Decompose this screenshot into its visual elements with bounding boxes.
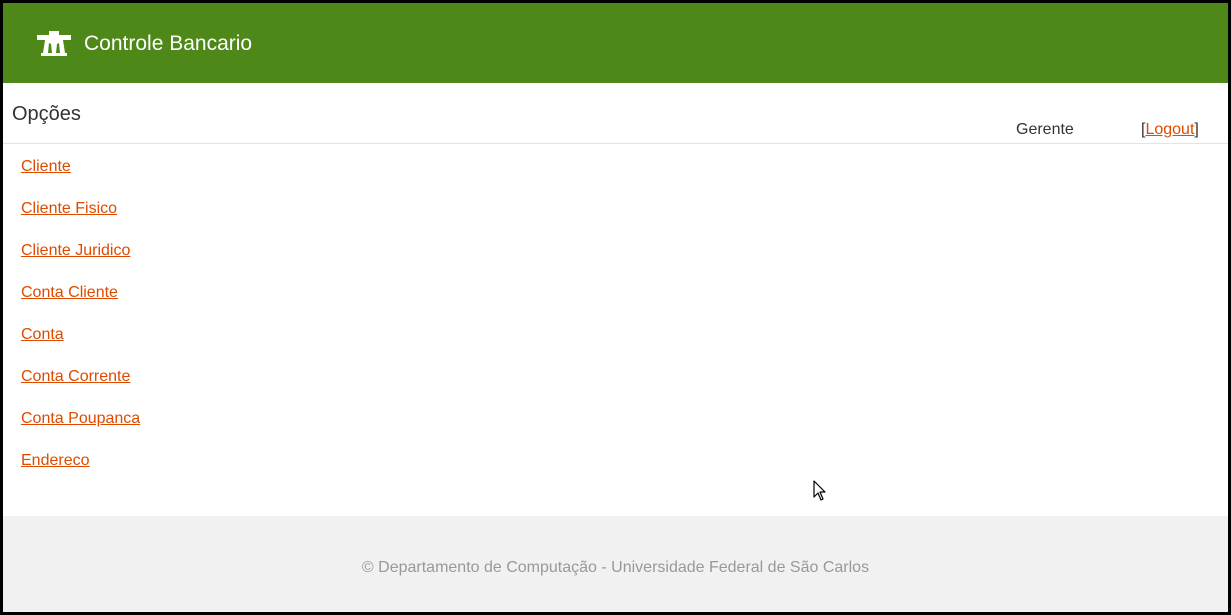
- menu-item-conta-corrente: Conta Corrente: [21, 368, 140, 410]
- menu-link-cliente-fisico[interactable]: Cliente Fisico: [21, 200, 117, 217]
- menu-item-cliente-fisico: Cliente Fisico: [21, 200, 140, 242]
- menu-item-cliente-juridico: Cliente Juridico: [21, 242, 140, 284]
- menu-link-cliente-juridico[interactable]: Cliente Juridico: [21, 242, 130, 259]
- menu-item-cliente: Cliente: [21, 158, 140, 200]
- footer-copyright: © Departamento de Computação - Universid…: [361, 559, 870, 576]
- menu-link-conta[interactable]: Conta: [21, 326, 64, 343]
- menu-item-conta: Conta: [21, 326, 140, 368]
- user-role-label: Gerente: [1016, 121, 1074, 138]
- menu-link-endereco[interactable]: Endereco: [21, 452, 90, 469]
- header-divider: [3, 143, 1228, 144]
- page-footer: © Departamento de Computação - Universid…: [3, 516, 1228, 612]
- menu-item-endereco: Endereco: [21, 452, 140, 494]
- logout-container: [Logout]: [1141, 121, 1199, 139]
- app-title[interactable]: Controle Bancario: [84, 31, 252, 57]
- options-heading: Opções: [12, 103, 81, 125]
- browser-viewport: Controle Bancario Opções Gerente [Logout…: [3, 3, 1228, 612]
- menu-link-conta-poupanca[interactable]: Conta Poupanca: [21, 410, 140, 427]
- menu-link-conta-corrente[interactable]: Conta Corrente: [21, 368, 130, 385]
- menu-link-cliente[interactable]: Cliente: [21, 158, 71, 175]
- menu-link-conta-cliente[interactable]: Conta Cliente: [21, 284, 118, 301]
- mouse-cursor-icon: [813, 480, 826, 501]
- menu-item-conta-poupanca: Conta Poupanca: [21, 410, 140, 452]
- bank-logo-icon: [37, 31, 71, 56]
- logout-link[interactable]: Logout: [1145, 121, 1194, 138]
- menu-item-conta-cliente: Conta Cliente: [21, 284, 140, 326]
- logout-close-bracket: ]: [1194, 121, 1199, 138]
- app-header: Controle Bancario: [3, 3, 1228, 83]
- options-menu: Cliente Cliente Fisico Cliente Juridico …: [21, 158, 140, 494]
